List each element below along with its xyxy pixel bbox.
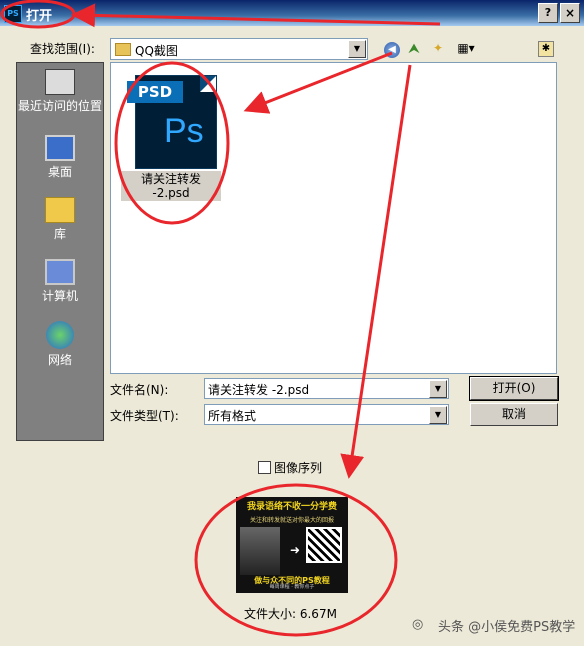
annotation-circle-file [114,61,230,225]
annotation-arrow-preview [340,64,412,479]
annotation-layer [0,0,441,637]
annotation-circle-title [0,0,76,29]
annotation-circle-preview [194,483,398,637]
annotation-arrow-title [71,3,441,28]
annotation-arrow-file [243,51,393,114]
